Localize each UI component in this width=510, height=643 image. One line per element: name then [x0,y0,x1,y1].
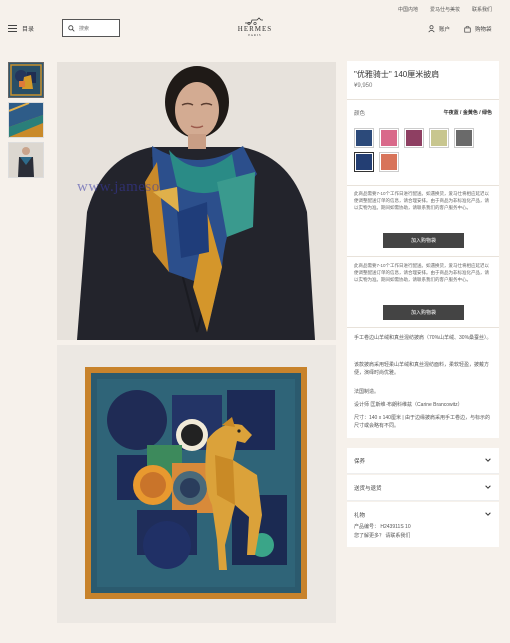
shipping-accordion: 送货与退货 [347,475,499,501]
product-description-material: 手工卷边山羊绒和真丝混纺披肩（70%山羊绒、30%桑蚕丝）。 [354,335,492,341]
swatch-fill [356,130,372,146]
color-label: 颜色 [354,111,366,117]
user-icon [428,25,435,33]
swatch-fill [356,154,372,170]
cart-link[interactable]: 购物袋 [464,25,492,33]
swatch-fill [406,130,422,146]
accordion-care-label: 保养 [354,459,366,465]
product-designer: 设计师 匡斯维·布朗科维兹（Carine Brancowitz） [354,402,463,408]
product-info-panel: "优雅骑士" 140厘米披肩 ¥9,950 颜色 午夜蓝 / 金黄色 / 绿色 … [347,61,499,438]
hamburger-icon [8,25,17,32]
top-links: 中国内地 爱马仕与美妆 联系我们 [398,6,492,13]
divider [347,185,499,186]
search-placeholder: 搜索 [79,25,90,32]
swatch-fill [431,130,447,146]
gift-accordion: 礼物 产品编号： H243911S 10 您了解更多？ 请联系我们 [347,502,499,547]
chevron-down-icon [485,485,491,489]
divider [347,327,499,328]
color-swatches [354,128,494,172]
product-number: 产品编号： H243911S 10 [354,524,411,530]
carriage-logo-icon [245,17,263,25]
swatch-fill [381,130,397,146]
color-swatch[interactable] [379,152,399,172]
color-swatch[interactable] [354,128,374,148]
search-input[interactable]: 搜索 [62,19,120,37]
accordion-gift-label: 礼物 [354,513,366,519]
header: 中国内地 爱马仕与美妆 联系我们 目录 搜索 HERMES PARIS 账户 购… [0,0,510,54]
thumbnail-strip [8,62,45,182]
divider [347,256,499,257]
thumbnail-model[interactable] [8,142,44,178]
color-swatch[interactable] [454,128,474,148]
search-icon [68,24,75,32]
swatch-fill [381,154,397,170]
color-value: 午夜蓝 / 金黄色 / 绿色 [443,110,492,116]
color-swatch[interactable] [429,128,449,148]
watermark-text: www.jameso [77,179,160,195]
accordion-care[interactable]: 保养 [347,448,499,474]
add-to-bag-button[interactable]: 加入购物袋 [383,305,464,320]
logo-city: PARIS [248,33,262,37]
product-origin: 法国制造。 [354,389,380,395]
top-link-region[interactable]: 中国内地 [398,6,418,13]
thumbnail-scarf-flat[interactable] [8,62,44,98]
product-description-body: 该款披肩采用轻柔山羊绒和真丝混纺面料，柔软轻盈，披戴方便，演绎时尚优雅。 [354,362,490,376]
color-swatch-selected[interactable] [354,152,374,172]
brand-logo[interactable]: HERMES PARIS [235,16,275,37]
accordion-shipping[interactable]: 送货与退货 [347,475,499,501]
chevron-down-icon [485,458,491,462]
bag-icon [464,25,471,33]
add-to-bag-button[interactable]: 加入购物袋 [383,233,464,248]
care-accordion: 保养 [347,448,499,474]
accordion-shipping-label: 送货与退货 [354,486,382,492]
swatch-fill [456,130,472,146]
divider [347,99,499,100]
color-swatch[interactable] [379,128,399,148]
delivery-note: 此商品需要7-10个工作日进行配送。如遇换货，爱马仕将相应延迟以便调整配送订单的… [354,191,490,210]
cart-label: 购物袋 [475,27,492,33]
menu-button[interactable]: 目录 [8,24,34,33]
top-link-contact[interactable]: 联系我们 [472,6,492,13]
color-swatch[interactable] [404,128,424,148]
product-price: ¥9,950 [354,83,373,89]
product-title: "优雅骑士" 140厘米披肩 [354,70,440,79]
thumbnail-scarf-detail[interactable] [8,102,44,138]
product-size: 尺寸：140 x 140厘米 | 由于边缘披肩采用手工卷边，与标示的尺寸或会略有… [354,415,491,429]
logo-name: HERMES [237,25,273,33]
model-photo: www.jameso [57,62,336,340]
chevron-down-icon [485,512,491,516]
menu-label: 目录 [22,27,35,33]
help-link[interactable]: 您了解更多？ 请联系我们 [354,533,410,541]
account-label: 账户 [439,27,451,33]
delivery-note: 此商品需要7-10个工作日进行配送。如遇换货，爱马仕将相应延迟以便调整配送订单的… [354,263,490,282]
account-link[interactable]: 账户 [428,25,450,33]
scarf-flat-photo [57,345,336,623]
top-link-beauty[interactable]: 爱马仕与美妆 [430,6,460,13]
